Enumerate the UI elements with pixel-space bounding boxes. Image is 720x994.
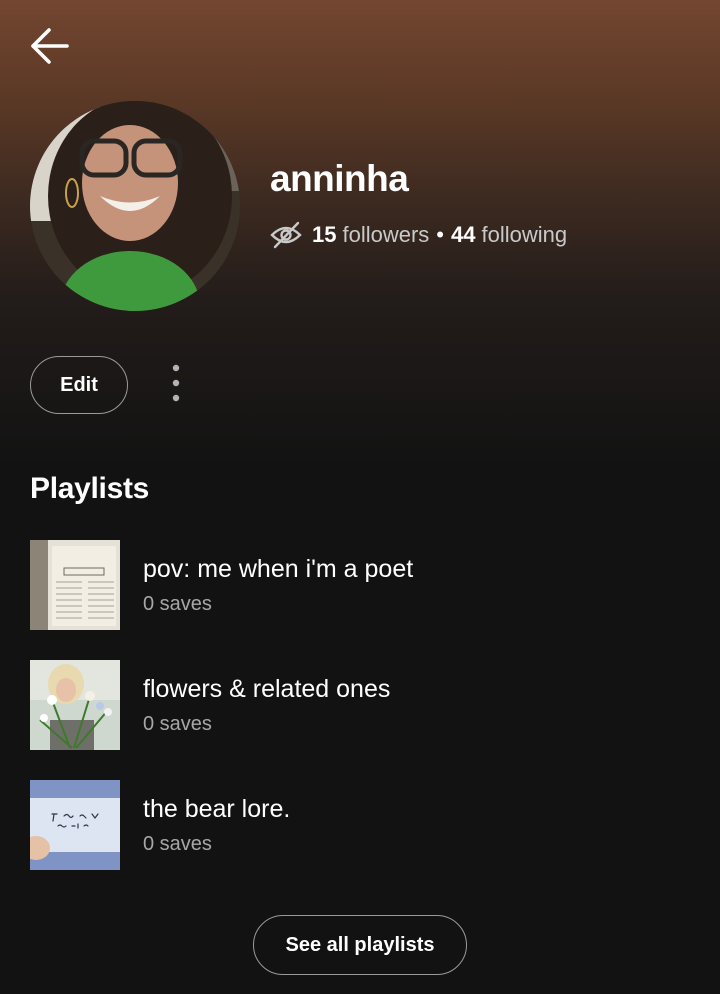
eye-off-icon [270, 221, 302, 249]
follow-stats: 15 followers • 44 following [270, 219, 567, 251]
followers-label[interactable]: followers [342, 222, 429, 248]
playlist-saves: 0 saves [143, 713, 212, 735]
playlist-saves: 0 saves [143, 833, 212, 855]
playlist-name: the bear lore. [143, 795, 291, 823]
playlist-cover [30, 780, 120, 870]
followers-count[interactable]: 15 [312, 222, 336, 248]
more-vertical-icon [171, 363, 181, 408]
more-options-button[interactable] [160, 362, 192, 408]
stats-separator: • [436, 222, 444, 247]
playlist-name: pov: me when i'm a poet [143, 555, 414, 583]
playlist-cover [30, 660, 120, 750]
edit-profile-button[interactable]: Edit [30, 356, 128, 414]
following-label[interactable]: following [481, 222, 567, 248]
profile-avatar[interactable] [30, 101, 240, 311]
playlist-cover [30, 540, 120, 630]
arrow-left-icon [29, 26, 69, 71]
playlist-saves: 0 saves [143, 593, 212, 615]
playlist-item[interactable]: the bear lore. 0 saves [30, 780, 690, 870]
playlists-heading: Playlists [30, 472, 150, 505]
back-button[interactable] [26, 26, 72, 70]
profile-username: anninha [270, 158, 409, 199]
playlist-item[interactable]: flowers & related ones 0 saves [30, 660, 690, 750]
playlist-name: flowers & related ones [143, 675, 391, 703]
see-all-playlists-button[interactable]: See all playlists [253, 915, 467, 975]
playlist-item[interactable]: pov: me when i'm a poet 0 saves [30, 540, 690, 630]
following-count[interactable]: 44 [451, 222, 475, 248]
